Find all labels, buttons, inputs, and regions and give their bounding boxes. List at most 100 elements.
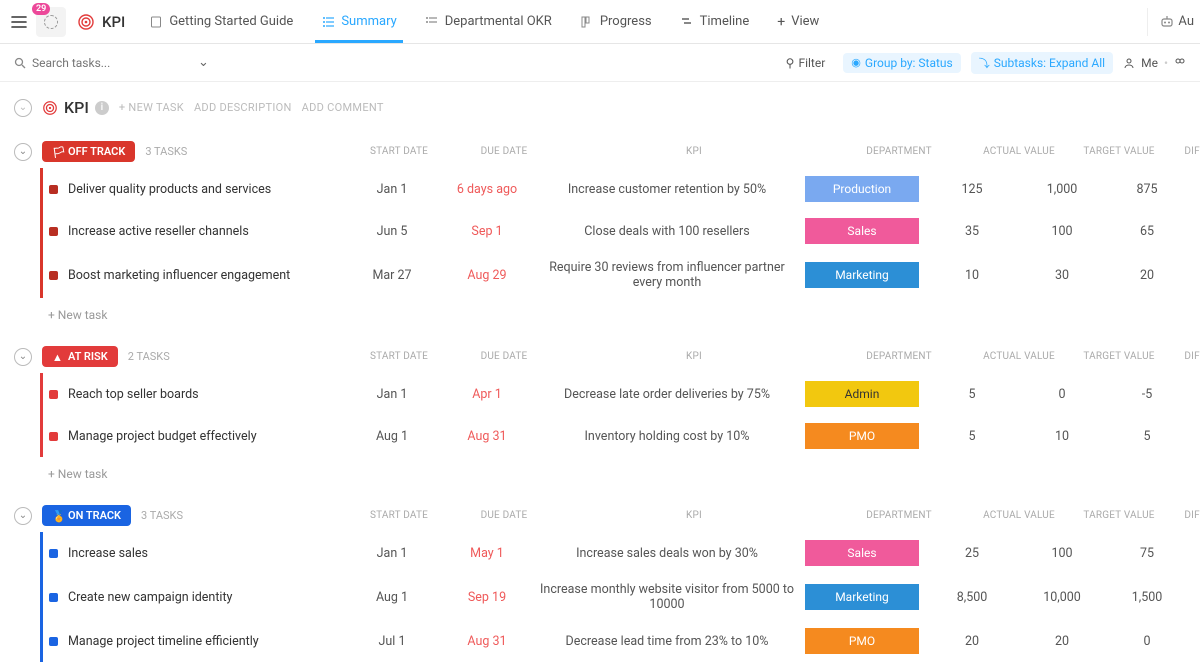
actual-value[interactable]: 35	[927, 224, 1017, 239]
task-row[interactable]: Create new campaign identity Aug 1 Sep 1…	[43, 574, 1200, 620]
kpi-text[interactable]: Close deals with 100 resellers	[537, 224, 797, 239]
due-date[interactable]: Apr 1	[437, 387, 537, 402]
group-toggle[interactable]: ⌄	[14, 143, 32, 161]
column-header[interactable]: DEPARTMENT	[834, 510, 964, 521]
task-name[interactable]: Deliver quality products and services	[43, 182, 347, 197]
people-icon[interactable]	[1174, 57, 1186, 69]
start-date[interactable]: Jan 1	[347, 182, 437, 197]
difference-value[interactable]: 75	[1107, 546, 1187, 561]
task-row[interactable]: Reach top seller boards Jan 1 Apr 1 Decr…	[43, 373, 1200, 415]
status-pill[interactable]: ▲ AT RISK	[42, 346, 118, 367]
column-header[interactable]: DIFFERENCE	[1174, 351, 1200, 362]
hamburger-menu-button[interactable]	[6, 9, 32, 35]
column-header[interactable]: KPI	[564, 351, 824, 362]
column-header[interactable]: DEPARTMENT	[834, 146, 964, 157]
search-input[interactable]	[32, 56, 162, 70]
actual-value[interactable]: 5	[927, 387, 1017, 402]
new-task-button[interactable]: + New task	[14, 457, 1200, 491]
chevron-down-icon[interactable]: ⌄	[198, 55, 209, 70]
due-date[interactable]: Aug 29	[437, 268, 537, 283]
column-header[interactable]: TARGET VALUE	[1074, 146, 1164, 157]
kpi-text[interactable]: Increase sales deals won by 30%	[537, 546, 797, 561]
tab-timeline[interactable]: Timeline	[666, 0, 764, 43]
tab-progress[interactable]: Progress	[566, 0, 666, 43]
difference-value[interactable]: 1,500	[1107, 590, 1187, 605]
department-cell[interactable]: PMO	[797, 423, 927, 449]
column-header[interactable]: DUE DATE	[454, 146, 554, 157]
info-icon[interactable]: i	[95, 101, 109, 115]
start-date[interactable]: Jun 5	[347, 224, 437, 239]
group-toggle[interactable]: ⌄	[14, 507, 32, 525]
department-cell[interactable]: PMO	[797, 628, 927, 654]
add-comment-button[interactable]: ADD COMMENT	[302, 101, 384, 114]
task-row[interactable]: Manage project timeline efficiently Jul …	[43, 620, 1200, 662]
department-cell[interactable]: Admin	[797, 381, 927, 407]
task-name[interactable]: Reach top seller boards	[43, 387, 347, 402]
difference-value[interactable]: 0	[1107, 634, 1187, 649]
difference-value[interactable]: 20	[1107, 268, 1187, 283]
column-header[interactable]: KPI	[564, 146, 824, 157]
department-cell[interactable]: Production	[797, 176, 927, 202]
target-value[interactable]: 0	[1017, 387, 1107, 402]
task-name[interactable]: Manage project timeline efficiently	[43, 634, 347, 649]
column-header[interactable]: ACTUAL VALUE	[974, 146, 1064, 157]
status-pill[interactable]: 🏳 OFF TRACK	[42, 141, 135, 162]
kpi-text[interactable]: Increase customer retention by 50%	[537, 182, 797, 197]
target-value[interactable]: 1,000	[1017, 182, 1107, 197]
difference-value[interactable]: -5	[1107, 387, 1187, 402]
task-name[interactable]: Manage project budget effectively	[43, 429, 347, 444]
due-date[interactable]: 6 days ago	[437, 182, 537, 197]
actual-value[interactable]: 125	[927, 182, 1017, 197]
due-date[interactable]: Sep 1	[437, 224, 537, 239]
column-header[interactable]: TARGET VALUE	[1074, 510, 1164, 521]
start-date[interactable]: Mar 27	[347, 268, 437, 283]
column-header[interactable]: START DATE	[354, 146, 444, 157]
column-header[interactable]: ACTUAL VALUE	[974, 351, 1064, 362]
task-row[interactable]: Deliver quality products and services Ja…	[43, 168, 1200, 210]
start-date[interactable]: Jan 1	[347, 546, 437, 561]
actual-value[interactable]: 20	[927, 634, 1017, 649]
group-by-button[interactable]: ◉Group by: Status	[843, 53, 960, 73]
automation-button[interactable]: Au	[1147, 8, 1194, 36]
due-date[interactable]: Sep 19	[437, 590, 537, 605]
start-date[interactable]: Aug 1	[347, 429, 437, 444]
column-header[interactable]: DIFFERENCE	[1174, 146, 1200, 157]
column-header[interactable]: DUE DATE	[454, 510, 554, 521]
collapse-all-button[interactable]: ⌄	[14, 99, 32, 117]
task-row[interactable]: Increase sales Jan 1 May 1 Increase sale…	[43, 532, 1200, 574]
new-task-button-header[interactable]: + NEW TASK	[119, 101, 184, 114]
start-date[interactable]: Jan 1	[347, 387, 437, 402]
me-filter[interactable]: Me •	[1123, 56, 1186, 70]
column-header[interactable]: START DATE	[354, 351, 444, 362]
task-row[interactable]: Manage project budget effectively Aug 1 …	[43, 415, 1200, 457]
add-description-button[interactable]: ADD DESCRIPTION	[194, 101, 292, 114]
kpi-text[interactable]: Inventory holding cost by 10%	[537, 429, 797, 444]
target-value[interactable]: 10,000	[1017, 590, 1107, 605]
column-header[interactable]: DIFFERENCE	[1174, 510, 1200, 521]
department-cell[interactable]: Marketing	[797, 262, 927, 288]
column-header[interactable]: ACTUAL VALUE	[974, 510, 1064, 521]
task-name[interactable]: Increase active reseller channels	[43, 224, 347, 239]
department-cell[interactable]: Marketing	[797, 584, 927, 610]
department-cell[interactable]: Sales	[797, 540, 927, 566]
tab-summary[interactable]: Summary	[307, 0, 410, 43]
target-value[interactable]: 100	[1017, 224, 1107, 239]
start-date[interactable]: Jul 1	[347, 634, 437, 649]
target-value[interactable]: 10	[1017, 429, 1107, 444]
due-date[interactable]: May 1	[437, 546, 537, 561]
actual-value[interactable]: 8,500	[927, 590, 1017, 605]
filter-button[interactable]: ⚲Filter	[778, 53, 834, 73]
status-pill[interactable]: 🏅 ON TRACK	[42, 505, 131, 526]
tab-departmental-okr[interactable]: Departmental OKR	[411, 0, 566, 43]
kpi-text[interactable]: Require 30 reviews from influencer partn…	[537, 260, 797, 290]
notifications-button[interactable]: 29	[36, 7, 66, 37]
difference-value[interactable]: 5	[1107, 429, 1187, 444]
due-date[interactable]: Aug 31	[437, 634, 537, 649]
tab-add-view[interactable]: +View	[763, 0, 833, 43]
tab-getting-started[interactable]: Getting Started Guide	[135, 0, 307, 43]
actual-value[interactable]: 10	[927, 268, 1017, 283]
task-row[interactable]: Increase active reseller channels Jun 5 …	[43, 210, 1200, 252]
task-name[interactable]: Create new campaign identity	[43, 590, 347, 605]
column-header[interactable]: KPI	[564, 510, 824, 521]
kpi-text[interactable]: Decrease late order deliveries by 75%	[537, 387, 797, 402]
